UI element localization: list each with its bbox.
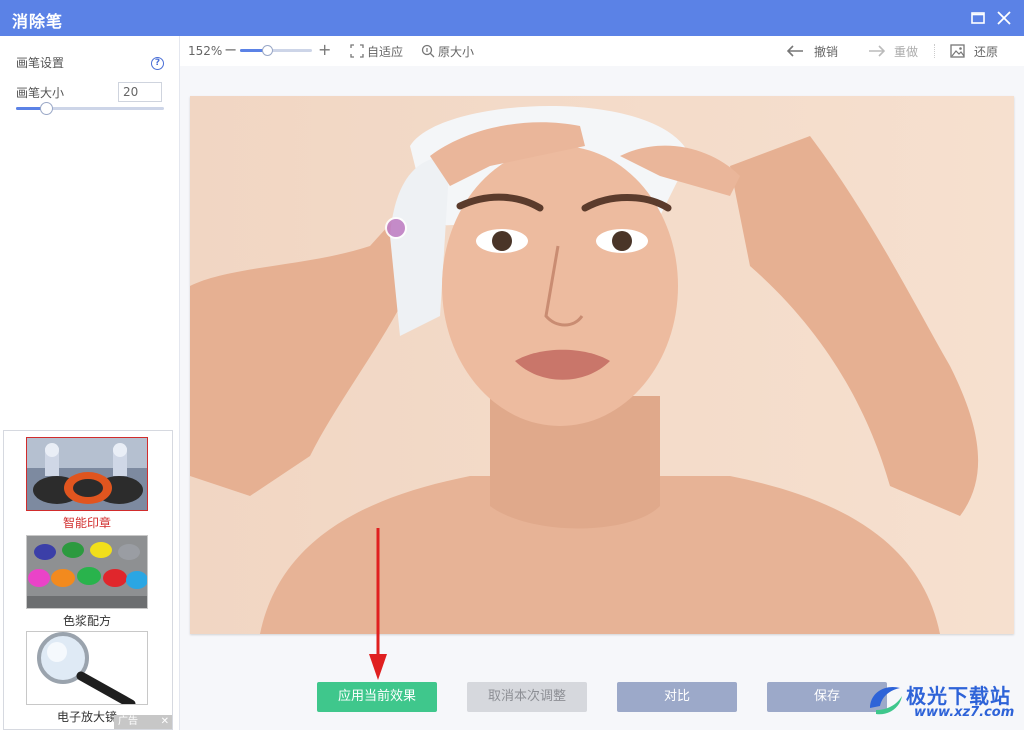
image-toolbar: 152% − + 自适应 原大小 撤销 重做 还原 xyxy=(180,36,1024,66)
ad-item-magnifier[interactable]: 电子放大镜 xyxy=(26,631,148,725)
undo-button[interactable]: 撤销 xyxy=(786,43,839,60)
redo-arrow-icon xyxy=(869,45,886,57)
brush-size-input[interactable]: 20 xyxy=(118,82,162,102)
settings-panel: 画笔设置 ? 画笔大小 20 智能印章 色浆配方 电子放大镜 广告 ✕ xyxy=(0,36,180,730)
ad-panel: 智能印章 色浆配方 电子放大镜 广告 ✕ xyxy=(3,430,173,730)
watermark-logo-icon xyxy=(870,686,902,715)
help-icon[interactable]: ? xyxy=(151,57,164,70)
compare-button[interactable]: 对比 xyxy=(617,682,737,712)
title-bar: 消除笔 xyxy=(0,0,1024,36)
zoom-magnifier-icon xyxy=(421,44,435,58)
editing-canvas[interactable]: 应用当前效果 取消本次调整 对比 保存 xyxy=(180,66,1024,730)
ad-badge: 广告 ✕ xyxy=(114,715,172,729)
ad-item-paint[interactable]: 色浆配方 xyxy=(26,535,148,629)
undo-label: 撤销 xyxy=(814,45,839,59)
brush-size-label: 画笔大小 xyxy=(16,86,65,100)
close-icon[interactable] xyxy=(994,8,1014,28)
brush-cursor xyxy=(385,217,407,239)
redo-label: 重做 xyxy=(894,45,919,59)
zoom-level: 152% xyxy=(188,44,223,58)
toolbar-divider xyxy=(934,44,935,58)
magnifier-image xyxy=(26,631,148,705)
ad-label: 智能印章 xyxy=(62,516,111,530)
maximize-icon[interactable] xyxy=(968,8,988,28)
site-watermark: 极光下载站 www.xz7.com xyxy=(864,676,1024,730)
brush-settings-title: 画笔设置 xyxy=(16,56,65,70)
ad-item-stamp[interactable]: 智能印章 xyxy=(26,437,148,531)
stamp-image xyxy=(26,437,148,511)
zoom-in-icon[interactable]: + xyxy=(318,40,331,59)
portrait-photo[interactable] xyxy=(190,96,1014,634)
ad-badge-label: 广告 xyxy=(118,716,138,727)
apply-effect-button[interactable]: 应用当前效果 xyxy=(317,682,437,712)
window-title: 消除笔 xyxy=(12,12,64,31)
undo-arrow-icon xyxy=(786,45,803,57)
brush-size-slider-thumb[interactable] xyxy=(39,102,53,115)
ad-close-icon[interactable]: ✕ xyxy=(161,715,169,729)
zoom-out-icon[interactable]: − xyxy=(224,40,237,59)
original-size-label: 原大小 xyxy=(438,45,475,59)
watermark-url: www.xz7.com xyxy=(914,705,1015,720)
original-size-button[interactable]: 原大小 xyxy=(421,43,474,60)
cancel-adjustment-button[interactable]: 取消本次调整 xyxy=(467,682,587,712)
fit-button[interactable]: 自适应 xyxy=(350,43,403,60)
restore-label: 还原 xyxy=(974,45,999,59)
fit-icon xyxy=(350,44,364,58)
redo-button[interactable]: 重做 xyxy=(867,43,918,60)
paint-cups-image xyxy=(26,535,148,609)
restore-button[interactable]: 还原 xyxy=(950,43,998,60)
fit-label: 自适应 xyxy=(367,45,404,59)
ad-label: 色浆配方 xyxy=(62,614,111,628)
zoom-slider[interactable] xyxy=(240,45,312,56)
brush-size-slider[interactable] xyxy=(16,102,164,115)
image-icon xyxy=(950,44,965,58)
portrait-illustration xyxy=(190,96,1014,634)
zoom-slider-thumb[interactable] xyxy=(262,45,274,56)
